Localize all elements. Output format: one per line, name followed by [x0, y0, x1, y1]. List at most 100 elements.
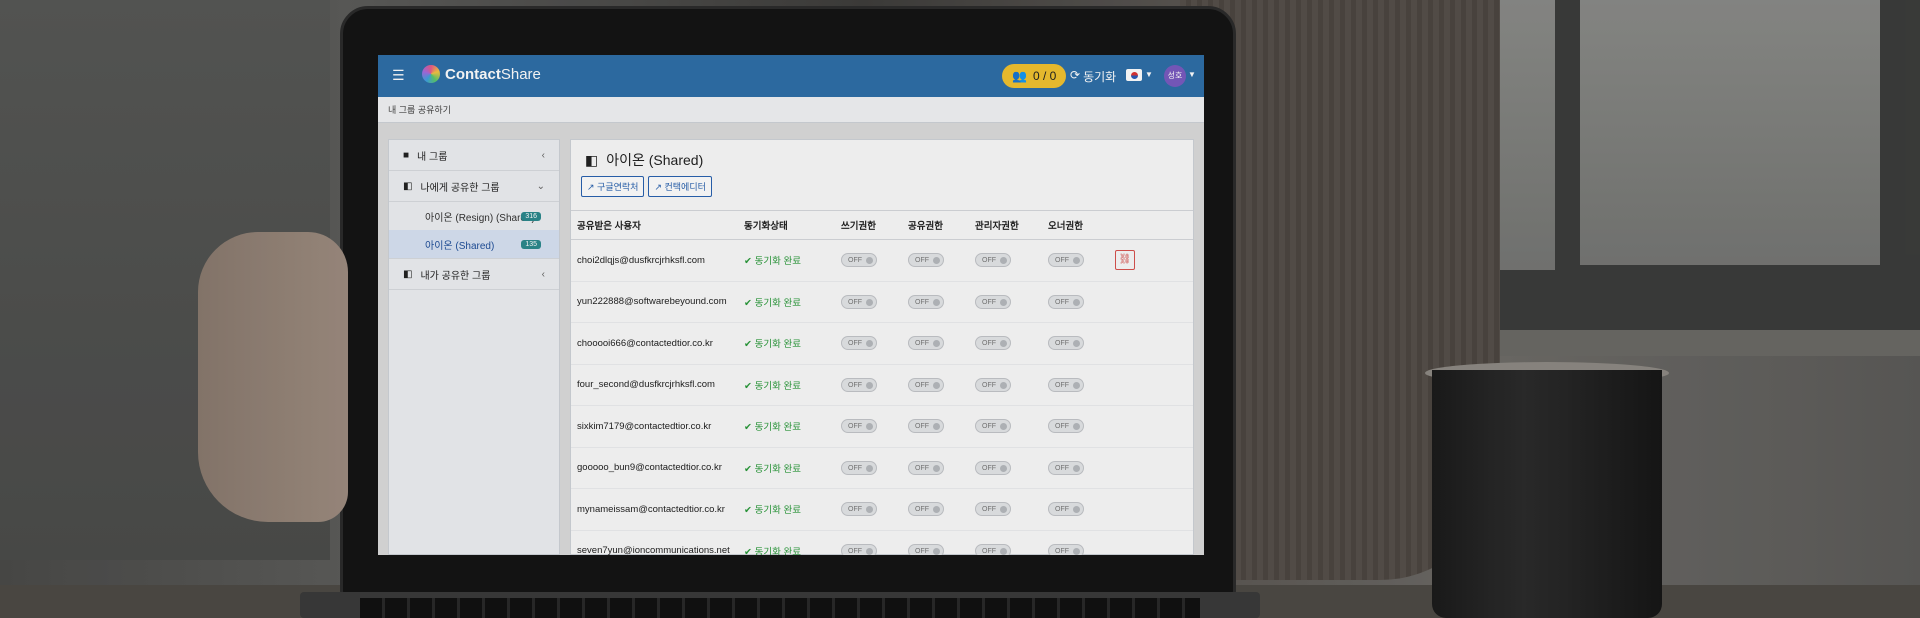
permission-toggle[interactable]: OFF [908, 543, 944, 555]
permission-toggle[interactable]: OFF [908, 336, 944, 351]
sync-icon: ⟳ [1070, 68, 1081, 82]
permission-toggle[interactable]: OFF [841, 336, 877, 351]
permission-toggle[interactable]: OFF [975, 294, 1011, 309]
share-icon: ◧ [585, 151, 599, 168]
permission-toggle[interactable]: OFF [841, 502, 877, 517]
column-header: 동기화상태 [738, 210, 835, 240]
permission-toggle[interactable]: OFF [841, 253, 877, 268]
permission-cell: OFF [969, 281, 1042, 323]
sync-status: ✔ 동기화 완료 [738, 322, 835, 365]
permission-toggle[interactable]: OFF [975, 377, 1011, 392]
column-header: 관리자권한 [969, 210, 1042, 240]
permission-toggle[interactable]: OFF [975, 419, 1011, 434]
check-icon: ✔ [744, 463, 755, 475]
app-logo[interactable]: ContactShare [422, 65, 541, 83]
action-cell [1109, 281, 1193, 323]
permission-cell: OFF [902, 488, 969, 531]
permission-cell: OFF [902, 281, 969, 323]
check-icon: ✔ [744, 297, 755, 309]
sidebar-section-label: 내가 공유한 그룹 [420, 270, 491, 282]
permission-toggle[interactable]: OFF [1048, 460, 1084, 475]
table-row: chooooi666@contactedtior.co.kr ✔ 동기화 완료 OF… [571, 322, 1193, 365]
permission-toggle[interactable]: OFF [975, 253, 1011, 268]
permission-toggle[interactable]: OFF [908, 253, 944, 268]
menu-icon[interactable]: ☰ [392, 67, 405, 84]
sidebar-item-aion-resign[interactable]: 아이온 (Resign) (Shared) 316 [389, 202, 559, 230]
logo-icon [422, 65, 440, 83]
user-email: sixkim7179@contactedtior.co.kr [571, 405, 738, 448]
permission-toggle[interactable]: OFF [1048, 294, 1084, 309]
check-icon: ✔ [744, 256, 755, 268]
permission-toggle[interactable]: OFF [908, 419, 944, 434]
flag-korea-icon[interactable] [1126, 69, 1142, 81]
action-cell [1109, 488, 1193, 531]
google-contacts-button[interactable]: ↗ 구글연락처 [581, 176, 645, 197]
permission-toggle[interactable]: OFF [1048, 377, 1084, 392]
permission-cell: OFF [835, 281, 902, 323]
sync-button[interactable]: ⟳ 동기화 [1070, 68, 1116, 85]
user-email: gooooo_bun9@contactedtior.co.kr [571, 447, 738, 489]
permission-cell: OFF [969, 322, 1042, 365]
check-icon: ✔ [744, 422, 755, 434]
chevron-down-icon[interactable]: ▼ [1145, 70, 1153, 79]
external-link-icon: ↗ [587, 182, 598, 192]
permission-cell: OFF [835, 530, 902, 555]
permission-toggle[interactable]: OFF [908, 377, 944, 392]
avatar[interactable]: 성호 [1164, 65, 1186, 87]
action-buttons: ↗ 구글연락처 ↗ 컨택에디터 [581, 176, 712, 197]
chevron-down-icon[interactable]: ▼ [1188, 70, 1196, 79]
user-email: chooooi666@contactedtior.co.kr [571, 322, 738, 365]
column-header: 공유권한 [902, 210, 969, 240]
share-icon: ◧ [403, 180, 413, 192]
permission-toggle[interactable]: OFF [975, 502, 1011, 517]
permission-toggle[interactable]: OFF [841, 419, 877, 434]
permission-toggle[interactable]: OFF [841, 294, 877, 309]
permission-toggle[interactable]: OFF [841, 543, 877, 555]
sync-status-text: 동기화 완료 [754, 339, 801, 351]
user-count-badge[interactable]: 👥 0 / 0 [1002, 64, 1067, 88]
permission-toggle[interactable]: OFF [841, 377, 877, 392]
user-email: seven7yun@ioncommunications.net [571, 530, 738, 555]
sidebar-item-label: 아이온 (Resign) (Shared) [425, 212, 535, 224]
sidebar-item-aion-shared[interactable]: 아이온 (Shared) 135 [389, 230, 559, 258]
permission-toggle[interactable]: OFF [908, 460, 944, 475]
sidebar-item-label: 아이온 (Shared) [425, 240, 495, 252]
permission-toggle[interactable]: OFF [975, 543, 1011, 555]
permission-toggle[interactable]: OFF [841, 460, 877, 475]
folder-icon: ■ [403, 149, 410, 161]
check-icon: ✔ [744, 505, 755, 517]
chevron-left-icon: ‹ [541, 268, 545, 280]
unlink-icon[interactable]: ⛓ [1115, 250, 1135, 271]
permission-toggle[interactable]: OFF [975, 460, 1011, 475]
permission-toggle[interactable]: OFF [908, 294, 944, 309]
contact-editor-button[interactable]: ↗ 컨택에디터 [648, 176, 712, 197]
sync-status-text: 동기화 완료 [754, 463, 801, 475]
permission-toggle[interactable]: OFF [1048, 502, 1084, 517]
permission-cell: OFF [835, 447, 902, 489]
permission-toggle[interactable]: OFF [975, 336, 1011, 351]
permission-toggle[interactable]: OFF [1048, 253, 1084, 268]
permission-cell: OFF [1042, 447, 1109, 489]
shared-users-table: 공유받은 사용자 동기화상태 쓰기권한 공유권한 관리자권한 오너권한 choi… [571, 210, 1193, 555]
brand-suffix: Share [500, 65, 541, 83]
permission-toggle[interactable]: OFF [908, 502, 944, 517]
table-row: gooooo_bun9@contactedtior.co.kr ✔ 동기화 완료 O… [571, 447, 1193, 489]
count-badge: 316 [521, 211, 541, 221]
permission-toggle[interactable]: OFF [1048, 543, 1084, 555]
table-row: mynameissam@contactedtior.co.kr ✔ 동기화 완료 O… [571, 488, 1193, 531]
permission-toggle[interactable]: OFF [1048, 419, 1084, 434]
sidebar-section-shared-with-me[interactable]: ◧ 나에게 공유한 그룹 ⌄ [389, 171, 559, 202]
table-row: choi2dlqjs@dusfkrcjrhksfl.com ✔ 동기화 완료 OFF… [571, 239, 1193, 282]
permission-cell: OFF [835, 322, 902, 365]
action-cell [1109, 322, 1193, 365]
external-link-icon: ↗ [654, 182, 665, 192]
sidebar-section-my-groups[interactable]: ■ 내 그룹 ‹ [389, 140, 559, 171]
sidebar-section-shared-by-me[interactable]: ◧ 내가 공유한 그룹 ‹ [389, 258, 559, 290]
coffee-cup [1432, 370, 1662, 618]
permission-cell: OFF [902, 530, 969, 555]
action-cell [1109, 530, 1193, 555]
column-header: 쓰기권한 [835, 210, 902, 240]
brand-prefix: Contact [445, 65, 501, 83]
check-icon: ✔ [744, 380, 755, 392]
permission-toggle[interactable]: OFF [1048, 336, 1084, 351]
